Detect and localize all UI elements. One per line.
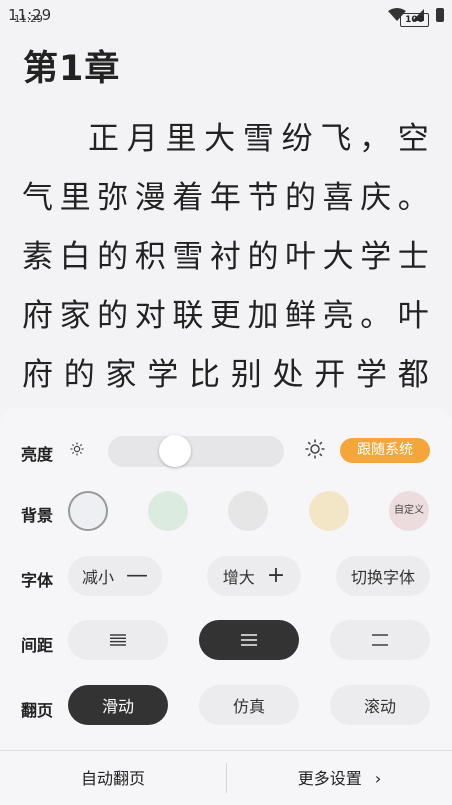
spacing-loose-icon: [372, 634, 388, 646]
font-decrease-label: 减小: [81, 568, 114, 587]
minus-icon: —: [126, 563, 148, 588]
paging-scroll-button[interactable]: 滚动: [330, 685, 430, 725]
background-custom-button[interactable]: 自定义: [389, 491, 429, 531]
more-settings-button[interactable]: 更多设置 ›: [227, 751, 452, 805]
reader-settings-panel: 亮度 跟随系统 背景 自定义 字体 减小 — 增大 + 切换字体 间距 翻页 滑…: [0, 408, 452, 805]
background-row: 背景 自定义: [0, 489, 452, 533]
paging-row: 翻页 滑动 仿真 滚动: [0, 684, 452, 728]
status-time-shadow: 11:29: [14, 14, 43, 25]
spacing-compact-icon: [110, 634, 126, 646]
chevron-right-icon: ›: [374, 769, 382, 788]
brightness-slider-thumb[interactable]: [158, 435, 191, 467]
font-switch-button[interactable]: 切换字体: [336, 556, 430, 596]
brightness-label: 亮度: [21, 445, 54, 464]
spacing-compact-button[interactable]: [68, 620, 168, 660]
spacing-normal-button[interactable]: [199, 620, 299, 660]
spacing-label: 间距: [21, 636, 54, 655]
spacing-normal-icon: [241, 634, 257, 646]
brightness-slider[interactable]: [108, 435, 284, 467]
background-swatch-2[interactable]: [148, 491, 188, 531]
paging-label: 翻页: [21, 701, 54, 720]
more-settings-label: 更多设置: [297, 769, 362, 788]
bottom-bar: 自动翻页 更多设置 ›: [0, 750, 452, 805]
font-increase-label: 增大: [222, 568, 255, 587]
font-increase-button[interactable]: 增大 +: [207, 556, 301, 596]
brightness-low-icon: [70, 442, 84, 456]
font-decrease-button[interactable]: 减小 —: [68, 556, 162, 596]
font-label: 字体: [21, 571, 54, 590]
background-swatch-3[interactable]: [228, 491, 268, 531]
brightness-high-icon: [305, 439, 325, 459]
background-label: 背景: [21, 506, 54, 525]
charging-icon: [436, 8, 444, 22]
chapter-title: 第1章: [23, 49, 121, 89]
paging-simulate-button[interactable]: 仿真: [199, 685, 299, 725]
status-bar: 11:29 11:29 100: [0, 0, 452, 30]
paging-slide-button[interactable]: 滑动: [68, 685, 168, 725]
brightness-row: 亮度 跟随系统: [0, 428, 452, 472]
auto-page-button[interactable]: 自动翻页: [0, 751, 226, 805]
battery-icon: 100: [400, 13, 429, 27]
battery-level: 100: [405, 15, 424, 25]
background-swatch-1[interactable]: [68, 491, 108, 531]
follow-system-button[interactable]: 跟随系统: [340, 438, 430, 463]
chapter-content[interactable]: 正月里大雪纷飞，空气里弥漫着年节的喜庆。素白的积雪衬的叶大学士府家的对联更加鲜亮…: [22, 110, 434, 410]
font-row: 字体 减小 — 增大 + 切换字体: [0, 554, 452, 598]
spacing-row: 间距: [0, 619, 452, 663]
spacing-loose-button[interactable]: [330, 620, 430, 660]
plus-icon: +: [266, 563, 286, 588]
background-swatch-4[interactable]: [309, 491, 349, 531]
